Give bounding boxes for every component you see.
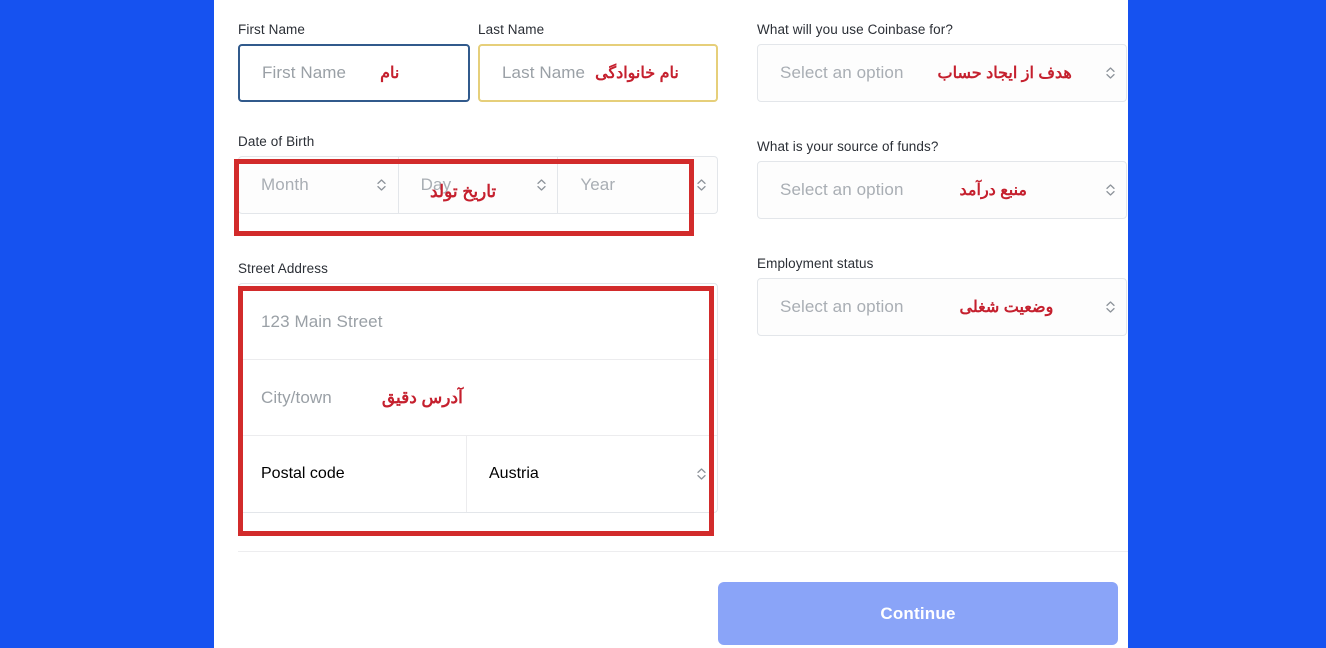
chevron-up-down-icon[interactable] [693, 174, 709, 196]
source-of-funds-select[interactable]: Select an option منبع درآمد [757, 161, 1127, 219]
country-select[interactable]: Austria [467, 436, 717, 512]
country-value: Austria [489, 465, 539, 482]
street-line-placeholder: 123 Main Street [261, 311, 383, 331]
use-for-select[interactable]: Select an option هدف از ایجاد حساب [757, 44, 1127, 102]
first-name-placeholder: First Name [262, 63, 347, 82]
city-input[interactable]: City/town آدرس دقیق [239, 360, 717, 436]
chevron-up-down-icon[interactable] [1102, 296, 1118, 318]
street-address-group: Street Address 123 Main Street City/town… [238, 261, 718, 513]
street-address-annotation-fa: آدرس دقیق [381, 387, 463, 407]
postal-code-input[interactable]: Postal code [239, 436, 467, 512]
date-of-birth-row: Month Day Year [238, 156, 719, 214]
dob-month-placeholder: Month [261, 175, 309, 194]
first-name-group: First Name First Name نام [238, 22, 470, 102]
postal-country-row: Postal code Austria [239, 436, 717, 512]
dob-year-placeholder: Year [580, 175, 616, 194]
footer: Continue [214, 552, 1128, 648]
chevron-up-down-icon[interactable] [374, 174, 390, 196]
dob-day-placeholder: Day [420, 175, 452, 194]
city-placeholder: City/town [261, 387, 332, 407]
last-name-input[interactable]: Last Name نام خانوادگی [478, 44, 718, 102]
chevron-up-down-icon[interactable] [1102, 179, 1118, 201]
street-line-input[interactable]: 123 Main Street [239, 284, 717, 360]
first-name-annotation-fa: نام [380, 65, 400, 82]
address-block: 123 Main Street City/town آدرس دقیق Post… [238, 283, 718, 513]
signup-form-card: First Name First Name نام Last Name Last… [214, 0, 1128, 648]
last-name-group: Last Name Last Name نام خانوادگی [478, 22, 718, 102]
source-of-funds-annotation-fa: منبع درآمد [959, 182, 1027, 199]
employment-status-group: Employment status Select an option وضعیت… [757, 256, 1127, 336]
postal-code-placeholder: Postal code [261, 465, 345, 482]
use-for-group: What will you use Coinbase for? Select a… [757, 22, 1127, 102]
last-name-placeholder: Last Name [502, 63, 586, 82]
employment-status-select[interactable]: Select an option وضعیت شغلی [757, 278, 1127, 336]
dob-day-select[interactable]: Day [398, 156, 559, 214]
street-address-label: Street Address [238, 261, 328, 276]
continue-button[interactable]: Continue [718, 582, 1118, 645]
chevron-up-down-icon[interactable] [533, 174, 549, 196]
dob-month-select[interactable]: Month [238, 156, 399, 214]
date-of-birth-group: Date of Birth Month Day Year تاریخ تولد [238, 134, 719, 214]
chevron-up-down-icon[interactable] [1102, 62, 1118, 84]
source-of-funds-placeholder: Select an option [780, 180, 904, 199]
first-name-label: First Name [238, 22, 306, 37]
first-name-input[interactable]: First Name نام [238, 44, 470, 102]
source-of-funds-label: What is your source of funds? [757, 139, 939, 154]
use-for-label: What will you use Coinbase for? [757, 22, 953, 37]
last-name-label: Last Name [478, 22, 545, 37]
use-for-placeholder: Select an option [780, 63, 904, 82]
employment-status-annotation-fa: وضعیت شغلی [959, 299, 1054, 316]
date-of-birth-label: Date of Birth [238, 134, 315, 149]
chevron-up-down-icon[interactable] [693, 463, 709, 485]
last-name-annotation-fa: نام خانوادگی [595, 65, 679, 82]
employment-status-placeholder: Select an option [780, 297, 904, 316]
dob-year-select[interactable]: Year [558, 156, 719, 214]
source-of-funds-group: What is your source of funds? Select an … [757, 139, 1127, 219]
use-for-annotation-fa: هدف از ایجاد حساب [937, 65, 1072, 82]
employment-status-label: Employment status [757, 256, 874, 271]
